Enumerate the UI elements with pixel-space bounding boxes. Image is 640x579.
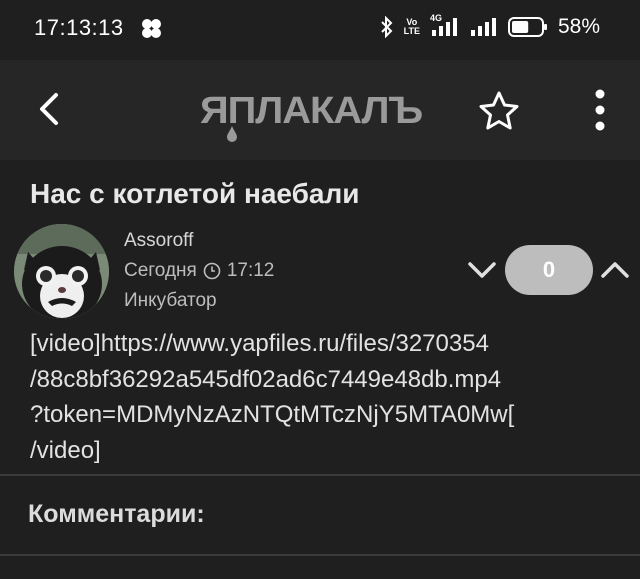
chevron-up-icon[interactable] [598, 256, 632, 284]
post-body-line[interactable]: ?token=MDMyNzAzNTQtMTczNjY5MTA0Mw[ [30, 397, 590, 433]
date-label: Сегодня [124, 260, 197, 281]
site-logo[interactable]: ЯПЛАКАЛЪ [200, 88, 450, 144]
divider [0, 474, 640, 476]
post-title: Нас с котлетой наебали [30, 178, 360, 209]
battery-icon [507, 17, 547, 37]
post-body-line[interactable]: /88c8bf36292a545df02ad6c7449e48db.mp4 [30, 362, 590, 398]
cat-avatar-image [14, 224, 109, 319]
star-outline-icon[interactable] [476, 88, 522, 134]
chevron-down-icon[interactable] [465, 256, 499, 284]
divider [0, 554, 640, 556]
volte-indicator: Vo LTE [404, 18, 420, 36]
avatar[interactable] [14, 224, 109, 319]
status-bar: 17:13:13 Vo LTE 4G 58% [0, 0, 640, 60]
clock-icon [203, 262, 221, 280]
post-time: 17:12 [226, 260, 275, 281]
chevron-left-icon[interactable] [30, 88, 72, 130]
drop-icon [227, 126, 237, 142]
post-body: [video]https://www.yapfiles.ru/files/327… [30, 326, 590, 468]
status-time: 17:13:13 [34, 15, 124, 40]
author-name[interactable]: Assoroff [124, 230, 193, 252]
signal-icon [470, 18, 496, 36]
post-body-line[interactable]: [video]https://www.yapfiles.ru/files/327… [30, 326, 590, 362]
notification-dots-icon [142, 19, 161, 38]
post-date: Сегодня 17:12 [124, 260, 274, 282]
signal-4g-icon: 4G [430, 14, 460, 38]
app-bar: ЯПЛАКАЛЪ [0, 60, 640, 160]
volte-bottom: LTE [403, 26, 420, 36]
battery-percent: 58% [557, 15, 600, 38]
post-body-line[interactable]: /video] [30, 433, 590, 469]
more-vertical-icon[interactable] [586, 86, 614, 134]
comments-heading: Комментарии: [28, 500, 205, 528]
vote-count-badge: 0 [505, 245, 593, 295]
bluetooth-icon [380, 16, 393, 38]
author-rank: Инкубатор [124, 290, 217, 311]
status-indicators: Vo LTE 4G 58% [380, 14, 600, 39]
